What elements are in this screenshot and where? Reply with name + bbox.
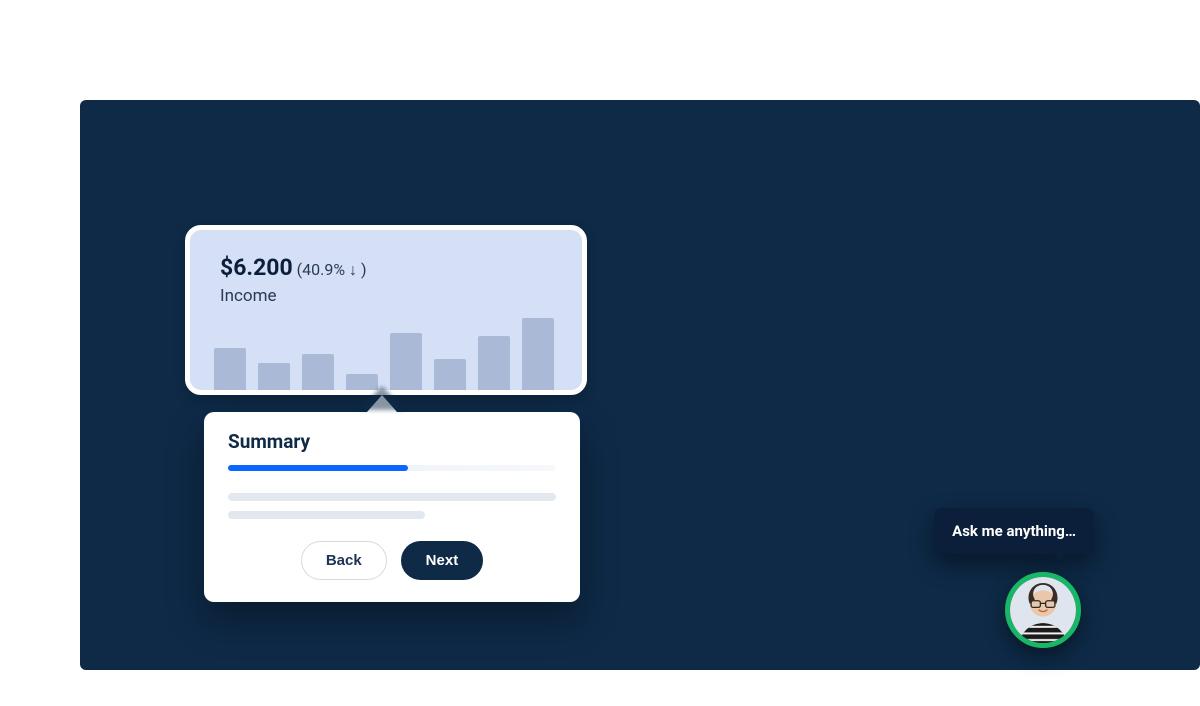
chart-bar <box>478 336 510 390</box>
assistant-bubble[interactable]: Ask me anything… <box>934 508 1094 554</box>
chart-bar <box>258 363 290 390</box>
skeleton-line <box>228 493 556 501</box>
chart-bar <box>302 354 334 390</box>
popover-pointer <box>367 395 397 412</box>
assistant-avatar[interactable] <box>1005 572 1081 648</box>
income-amount: $6.200 <box>220 254 293 281</box>
skeleton-line <box>228 511 425 519</box>
progress-bar <box>228 465 556 471</box>
chart-bar <box>390 333 422 390</box>
next-button[interactable]: Next <box>401 541 484 580</box>
amount-row: $6.200 (40.9% ↓ ) <box>220 254 367 281</box>
income-tip-card: $6.200 (40.9% ↓ ) Income <box>185 225 587 395</box>
back-button[interactable]: Back <box>301 541 387 580</box>
popover-actions: Back Next <box>228 541 556 580</box>
income-delta: (40.9% ↓ ) <box>297 260 367 280</box>
income-bar-chart <box>214 300 582 390</box>
chart-bar <box>522 318 554 390</box>
progress-fill <box>228 465 408 471</box>
avatar-icon <box>1010 577 1076 643</box>
popover-title: Summary <box>228 430 556 453</box>
chart-bar <box>214 348 246 390</box>
summary-popover: Summary Back Next <box>204 412 580 602</box>
chart-bar <box>434 359 466 390</box>
